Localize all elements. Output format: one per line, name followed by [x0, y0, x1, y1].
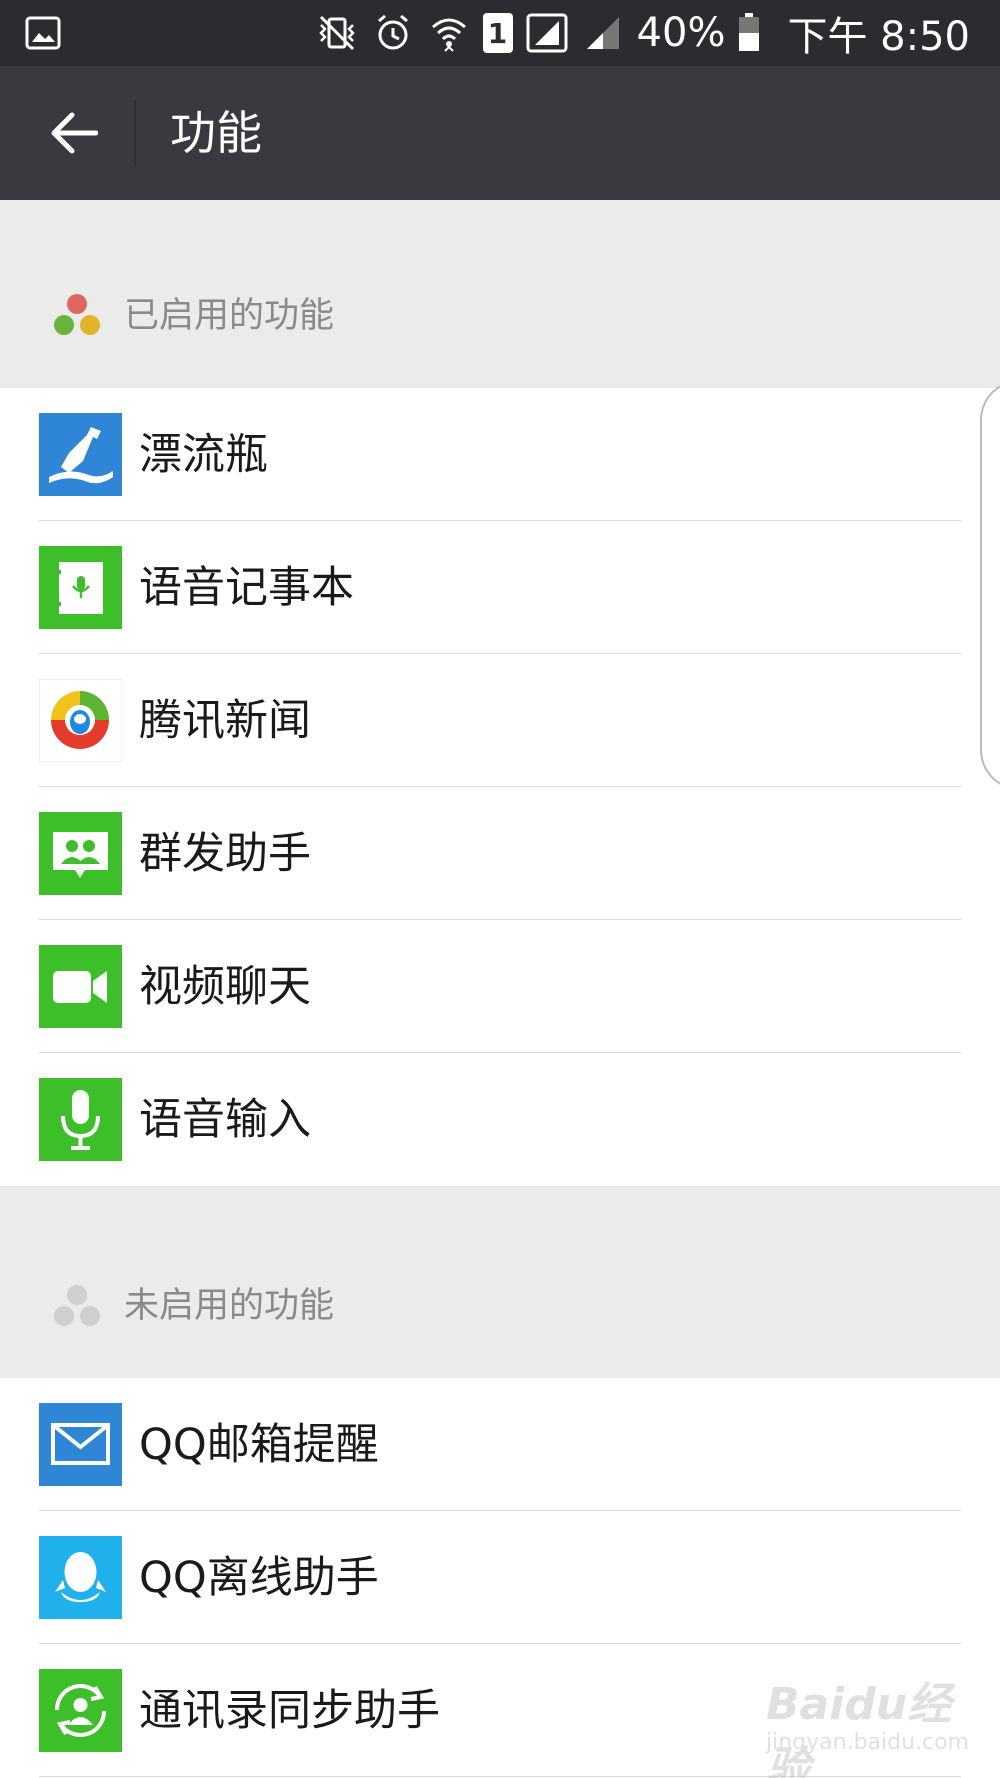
contacts-sync-icon — [39, 1669, 122, 1752]
watermark-brand: Baidu经验 — [766, 1679, 952, 1778]
voice-notepad-icon — [39, 546, 122, 629]
screen-edge-handle — [980, 380, 1000, 790]
app-bar: 功能 — [0, 66, 1000, 200]
list-item[interactable]: QQ离线助手 — [0, 1511, 1000, 1644]
drift-bottle-icon — [39, 413, 122, 496]
voice-input-icon — [39, 1078, 122, 1161]
list-item-label: 漂流瓶 — [139, 430, 268, 480]
battery-percent: 40% — [636, 10, 726, 56]
status-bar: 1 40% 下午 8:50 — [0, 0, 1000, 66]
qq-offline-icon — [39, 1536, 122, 1619]
watermark: Baidu经验 jingyan.baidu.com — [766, 1668, 986, 1778]
list-item[interactable]: 群发助手 — [0, 787, 1000, 920]
section-header-disabled: 未启用的功能 — [0, 1188, 1000, 1378]
sim-slot-label: 1 — [487, 16, 508, 50]
list-item-label: 通讯录同步助手 — [139, 1686, 440, 1736]
battery-icon — [739, 13, 760, 51]
clock: 下午 8:50 — [787, 14, 970, 60]
list-item[interactable]: 语音记事本 — [0, 521, 1000, 654]
section-label-enabled: 已启用的功能 — [124, 296, 335, 336]
list-item[interactable]: 视频聊天 — [0, 920, 1000, 1053]
section-label-disabled: 未启用的功能 — [124, 1286, 335, 1326]
list-item[interactable]: 漂流瓶 — [0, 388, 1000, 521]
qq-mail-icon — [39, 1403, 122, 1486]
section-header-enabled: 已启用的功能 — [0, 200, 1000, 388]
enabled-features-icon — [54, 294, 100, 335]
list-item-label: 视频聊天 — [139, 962, 311, 1012]
watermark-url: jingyan.baidu.com — [766, 1730, 970, 1755]
app-bar-divider — [134, 100, 136, 166]
list-item-label: 语音记事本 — [139, 563, 354, 613]
vibrate-icon — [318, 15, 355, 51]
signal-icon — [526, 13, 568, 53]
list-item-label: 语音输入 — [139, 1095, 311, 1145]
video-chat-icon — [39, 945, 122, 1028]
back-arrow-icon — [51, 112, 98, 154]
tencent-news-icon — [39, 679, 122, 762]
list-item[interactable]: 腾讯新闻 — [0, 654, 1000, 787]
sim-icon: 1 — [482, 13, 513, 53]
wifi-icon — [431, 18, 466, 52]
back-button[interactable] — [36, 96, 112, 170]
enabled-features-list: 漂流瓶 语音记事本 腾讯新闻 群发助手 视频聊天 语音输入 — [0, 388, 1000, 1186]
alarm-icon — [377, 14, 408, 50]
list-item-label: QQ邮箱提醒 — [139, 1420, 379, 1470]
broadcast-assistant-icon — [39, 812, 122, 895]
gallery-icon — [25, 16, 61, 50]
list-item-label: 群发助手 — [139, 829, 311, 879]
list-item[interactable]: QQ邮箱提醒 — [0, 1378, 1000, 1511]
list-item-label: 腾讯新闻 — [139, 696, 311, 746]
disabled-features-icon — [54, 1285, 100, 1326]
list-item[interactable]: 语音输入 — [0, 1053, 1000, 1186]
page-title: 功能 — [170, 106, 262, 160]
list-item-label: QQ离线助手 — [139, 1553, 379, 1603]
signal-weak-icon — [586, 17, 619, 49]
